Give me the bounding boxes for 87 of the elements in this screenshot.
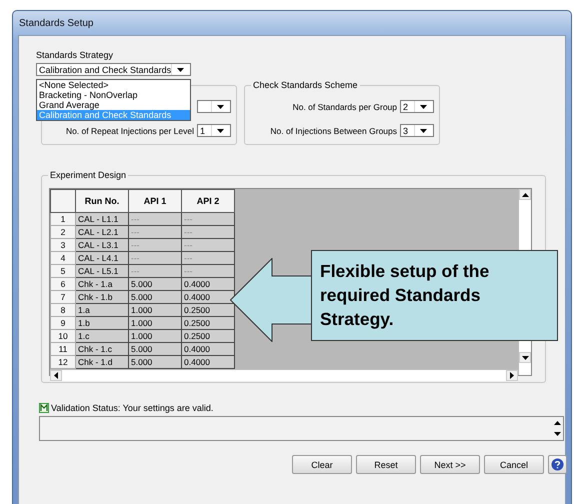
table-cell: 5.000 — [128, 356, 182, 368]
number-dropdown[interactable]: 1 — [197, 124, 231, 137]
table-cell: --- — [128, 264, 182, 278]
table-cell: --- — [182, 226, 234, 238]
scroll-left-icon[interactable] — [54, 372, 58, 379]
table-cell: 1.b — [76, 316, 128, 330]
row-number: 8 — [50, 304, 76, 316]
table-cell: 5.000 — [128, 290, 182, 304]
strategy-dropdown[interactable]: Calibration and Check Standards — [36, 63, 191, 76]
callout-text: Flexible setup of the required Standards Strategy. — [311, 250, 558, 341]
column-header: API 2 — [182, 190, 234, 212]
table-cell: 0.2500 — [182, 316, 234, 330]
dialog-button[interactable]: Cancel — [484, 455, 544, 474]
dropdown-arrow-icon — [420, 128, 426, 132]
dropdown-option[interactable]: Grand Average — [37, 100, 190, 110]
table-cell: --- — [128, 212, 182, 226]
table-cell: CAL - L3.1 — [76, 238, 128, 252]
table-cell: Chk - 1.a — [76, 278, 128, 290]
table-cell: 1.000 — [128, 304, 182, 316]
table-cell: 0.4000 — [182, 278, 234, 290]
window-title: Standards Setup — [19, 18, 94, 28]
horizontal-scrollbar[interactable] — [50, 369, 518, 381]
table-cell: --- — [182, 212, 234, 226]
scroll-up-icon — [554, 420, 561, 425]
field-label: No. of Injections Between Groups — [270, 126, 397, 136]
number-dropdown[interactable]: 2 — [400, 100, 434, 113]
table-cell: CAL - L5.1 — [76, 264, 128, 278]
dropdown-arrow-icon — [176, 68, 184, 72]
table-cell: CAL - L4.1 — [76, 252, 128, 264]
message-box[interactable] — [39, 416, 564, 441]
scroll-right-icon[interactable] — [510, 372, 514, 379]
row-number: 11 — [50, 342, 76, 356]
row-number: 1 — [50, 212, 76, 226]
dropdown-arrow-icon — [420, 104, 426, 108]
validation-status: Validation Status: Your settings are valid. — [51, 403, 214, 413]
field-label: Standards Strategy — [36, 50, 114, 60]
table-cell: --- — [128, 238, 182, 252]
hidden-dropdown[interactable] — [197, 100, 231, 113]
help-button[interactable] — [548, 455, 567, 474]
table-cell: 0.4000 — [182, 342, 234, 356]
field-label: No. of Repeat Injections per Level — [66, 126, 194, 136]
table-cell: --- — [182, 264, 234, 278]
table-cell: CAL - L1.1 — [76, 212, 128, 226]
row-number: 9 — [50, 316, 76, 330]
help-icon — [551, 458, 564, 471]
status-icon — [39, 403, 49, 413]
column-header: API 1 — [128, 190, 182, 212]
scroll-up-icon — [522, 192, 528, 196]
column-header: Run No. — [76, 190, 128, 212]
table-cell: Chk - 1.d — [76, 356, 128, 368]
table-cell: 1.a — [76, 304, 128, 316]
table-cell: 5.000 — [128, 342, 182, 356]
row-number: 3 — [50, 238, 76, 252]
row-number: 2 — [50, 226, 76, 238]
dropdown-option[interactable]: <None Selected> — [37, 80, 190, 90]
group-title: Check Standards Scheme — [251, 80, 360, 90]
table-cell: --- — [182, 252, 234, 264]
row-number: 12 — [50, 356, 76, 368]
table-cell: 5.000 — [128, 278, 182, 290]
table-cell: 1.000 — [128, 316, 182, 330]
group-title: Experiment Design — [48, 170, 128, 180]
table-cell: --- — [128, 252, 182, 264]
dialog-button[interactable]: Next >> — [420, 455, 480, 474]
table-cell: 0.2500 — [182, 304, 234, 316]
row-number: 10 — [50, 330, 76, 342]
field-label: No. of Standards per Group — [292, 102, 397, 112]
row-number: 6 — [50, 278, 76, 290]
dropdown-arrow-icon — [216, 104, 224, 108]
dropdown-option[interactable]: Bracketing - NonOverlap — [37, 90, 190, 100]
row-number: 7 — [50, 290, 76, 304]
table-cell: --- — [128, 226, 182, 238]
table-cell: 1.000 — [128, 330, 182, 342]
table-cell: 0.2500 — [182, 330, 234, 342]
row-number: 5 — [50, 264, 76, 278]
dialog-button[interactable]: Clear — [292, 455, 352, 474]
number-dropdown[interactable]: 3 — [400, 124, 434, 137]
scroll-down-icon — [522, 356, 528, 360]
table-cell: Chk - 1.c — [76, 342, 128, 356]
dialog-button[interactable]: Reset — [356, 455, 416, 474]
table-cell: CAL - L2.1 — [76, 226, 128, 238]
dropdown-arrow-icon — [216, 128, 224, 132]
scroll-down-icon — [554, 432, 561, 436]
row-number: 4 — [50, 252, 76, 264]
table-cell: --- — [182, 238, 234, 252]
table-cell: Chk - 1.b — [76, 290, 128, 304]
table-cell: 0.4000 — [182, 356, 234, 368]
table-cell: 1.c — [76, 330, 128, 342]
